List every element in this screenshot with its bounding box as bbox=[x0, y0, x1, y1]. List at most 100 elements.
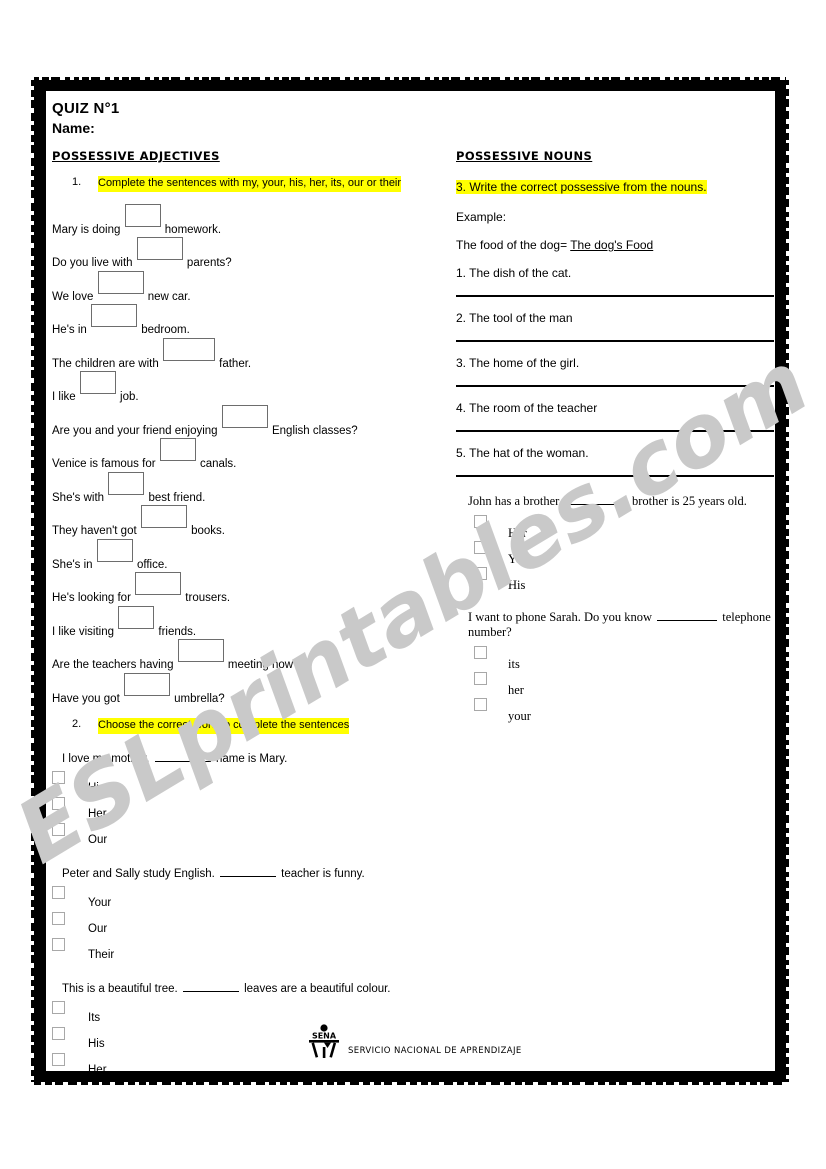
fill-in-sentence: I like visiting friends. bbox=[52, 605, 444, 639]
sentence-text-after: meeting now? bbox=[224, 659, 300, 672]
checkbox-icon[interactable] bbox=[474, 515, 487, 529]
example-prompt: The food of the dog= bbox=[456, 238, 568, 253]
left-choice-option[interactable]: Their bbox=[52, 938, 444, 964]
answer-write-line[interactable] bbox=[456, 385, 774, 388]
fill-in-sentence: We love new car. bbox=[52, 270, 444, 304]
sentence-text-after: office. bbox=[133, 558, 168, 571]
checkbox-icon[interactable] bbox=[474, 541, 487, 555]
option-label: your bbox=[508, 709, 531, 724]
answer-blank[interactable] bbox=[219, 865, 276, 878]
sentence-text-before: Venice is famous for bbox=[52, 458, 159, 471]
answer-box[interactable] bbox=[136, 237, 183, 261]
section-heading-possessive-nouns: POSSESSIVE NOUNS bbox=[456, 149, 593, 163]
right-choice-option[interactable]: its bbox=[456, 646, 774, 672]
fill-in-sentence: Are the teachers having meeting now? bbox=[52, 639, 444, 672]
answer-write-line[interactable] bbox=[456, 340, 774, 343]
question-text-before: I love my mother. bbox=[62, 753, 153, 766]
answer-box[interactable] bbox=[140, 505, 187, 529]
answer-blank[interactable] bbox=[154, 750, 211, 763]
exercise-1-instruction-row: 1. Complete the sentences with my, your,… bbox=[52, 176, 444, 192]
answer-box[interactable] bbox=[162, 337, 215, 361]
fill-in-sentence: He's in bedroom. bbox=[52, 304, 444, 337]
option-label: Her bbox=[88, 808, 107, 821]
sentence-text-before: They haven't got bbox=[52, 525, 140, 538]
fill-in-sentence-list: Mary is doing homework. Do you live with … bbox=[52, 203, 444, 706]
left-choice-question: This is a beautiful tree. leaves are a b… bbox=[62, 980, 444, 995]
checkbox-icon[interactable] bbox=[52, 797, 65, 811]
left-choice-option[interactable]: Our bbox=[52, 912, 444, 938]
checkbox-icon[interactable] bbox=[52, 1053, 65, 1067]
sentence-text-after: English classes? bbox=[268, 424, 358, 437]
left-choice-option[interactable]: Her bbox=[52, 797, 444, 823]
right-choice-option[interactable]: His bbox=[456, 567, 774, 593]
sentence-text-before: She's with bbox=[52, 491, 108, 504]
checkbox-icon[interactable] bbox=[52, 938, 65, 952]
answer-box[interactable] bbox=[79, 371, 116, 395]
answer-box[interactable] bbox=[91, 304, 137, 328]
sena-logo-icon: SENA bbox=[304, 1023, 344, 1059]
option-label: His bbox=[508, 578, 526, 593]
fill-in-sentence: They haven't got books. bbox=[52, 505, 444, 538]
answer-box[interactable] bbox=[221, 404, 268, 428]
sentence-text-before: Have you got bbox=[52, 692, 123, 705]
left-choice-question: I love my mother. name is Mary. bbox=[62, 750, 444, 765]
answer-blank[interactable] bbox=[182, 980, 239, 993]
possessive-noun-item-list: 1. The dish of the cat. 2. The tool of th… bbox=[456, 266, 774, 478]
answer-blank[interactable] bbox=[566, 493, 627, 506]
answer-box[interactable] bbox=[118, 605, 155, 629]
left-choice-option[interactable]: His bbox=[52, 771, 444, 797]
checkbox-icon[interactable] bbox=[474, 672, 487, 686]
checkbox-icon[interactable] bbox=[52, 886, 65, 900]
organization-name: SERVICIO NACIONAL DE APRENDIZAJE bbox=[348, 1046, 522, 1056]
example-answer: The dog's Food bbox=[570, 238, 654, 253]
frame-torn-edge-left bbox=[31, 80, 37, 1082]
checkbox-icon[interactable] bbox=[52, 1001, 65, 1015]
right-choice-option[interactable]: your bbox=[456, 698, 774, 724]
exercise-2-instruction: Choose the correct word to complete the … bbox=[98, 718, 350, 735]
page-title: QUIZ N°1 bbox=[52, 100, 120, 117]
sentence-text-after: homework. bbox=[161, 223, 222, 236]
answer-box[interactable] bbox=[97, 270, 144, 294]
left-choice-option[interactable]: Your bbox=[52, 886, 444, 912]
possessive-noun-item: 1. The dish of the cat. bbox=[456, 266, 572, 281]
answer-blank[interactable] bbox=[657, 609, 718, 622]
checkbox-icon[interactable] bbox=[52, 771, 65, 785]
checkbox-icon[interactable] bbox=[474, 646, 487, 660]
fill-in-sentence: She's in office. bbox=[52, 538, 444, 572]
answer-box[interactable] bbox=[123, 672, 170, 696]
checkbox-icon[interactable] bbox=[52, 1027, 65, 1041]
fill-in-sentence: I like job. bbox=[52, 371, 444, 404]
answer-box[interactable] bbox=[177, 639, 224, 663]
sentence-text-before: The children are with bbox=[52, 357, 162, 370]
fill-in-sentence: Venice is famous for canals. bbox=[52, 438, 444, 471]
checkbox-icon[interactable] bbox=[474, 698, 487, 712]
checkbox-icon[interactable] bbox=[474, 567, 487, 581]
answer-write-line[interactable] bbox=[456, 430, 774, 433]
option-label: Her bbox=[88, 1064, 107, 1077]
frame-torn-edge-right bbox=[783, 80, 789, 1082]
exercise-2-instruction-row: 2. Choose the correct word to complete t… bbox=[52, 718, 444, 735]
right-choice-option[interactable]: Her bbox=[456, 515, 774, 541]
sentence-text-before: I like visiting bbox=[52, 625, 118, 638]
fill-in-sentence: Have you got umbrella? bbox=[52, 672, 444, 706]
answer-box[interactable] bbox=[124, 203, 161, 227]
exercise-2-number: 2. bbox=[72, 718, 82, 731]
exercise-3-instruction-row: 3. Write the correct possessive from the… bbox=[456, 179, 774, 196]
checkbox-icon[interactable] bbox=[52, 823, 65, 837]
answer-box[interactable] bbox=[135, 572, 182, 596]
answer-write-line[interactable] bbox=[456, 295, 774, 298]
fill-in-sentence: Do you live with parents? bbox=[52, 237, 444, 270]
sentence-text-before: We love bbox=[52, 290, 97, 303]
possessive-noun-item: 3. The home of the girl. bbox=[456, 356, 580, 371]
answer-box[interactable] bbox=[159, 438, 196, 462]
sentence-text-after: friends. bbox=[155, 625, 197, 638]
right-choice-option[interactable]: Your bbox=[456, 541, 774, 567]
checkbox-icon[interactable] bbox=[52, 912, 65, 926]
left-choice-option[interactable]: Our bbox=[52, 823, 444, 849]
answer-box[interactable] bbox=[108, 471, 145, 495]
question-text-after: teacher is funny. bbox=[277, 868, 365, 881]
answer-write-line[interactable] bbox=[456, 475, 774, 478]
answer-box[interactable] bbox=[96, 538, 133, 562]
right-choice-question: John has a brother. brother is 25 years … bbox=[468, 493, 774, 509]
right-choice-option[interactable]: her bbox=[456, 672, 774, 698]
